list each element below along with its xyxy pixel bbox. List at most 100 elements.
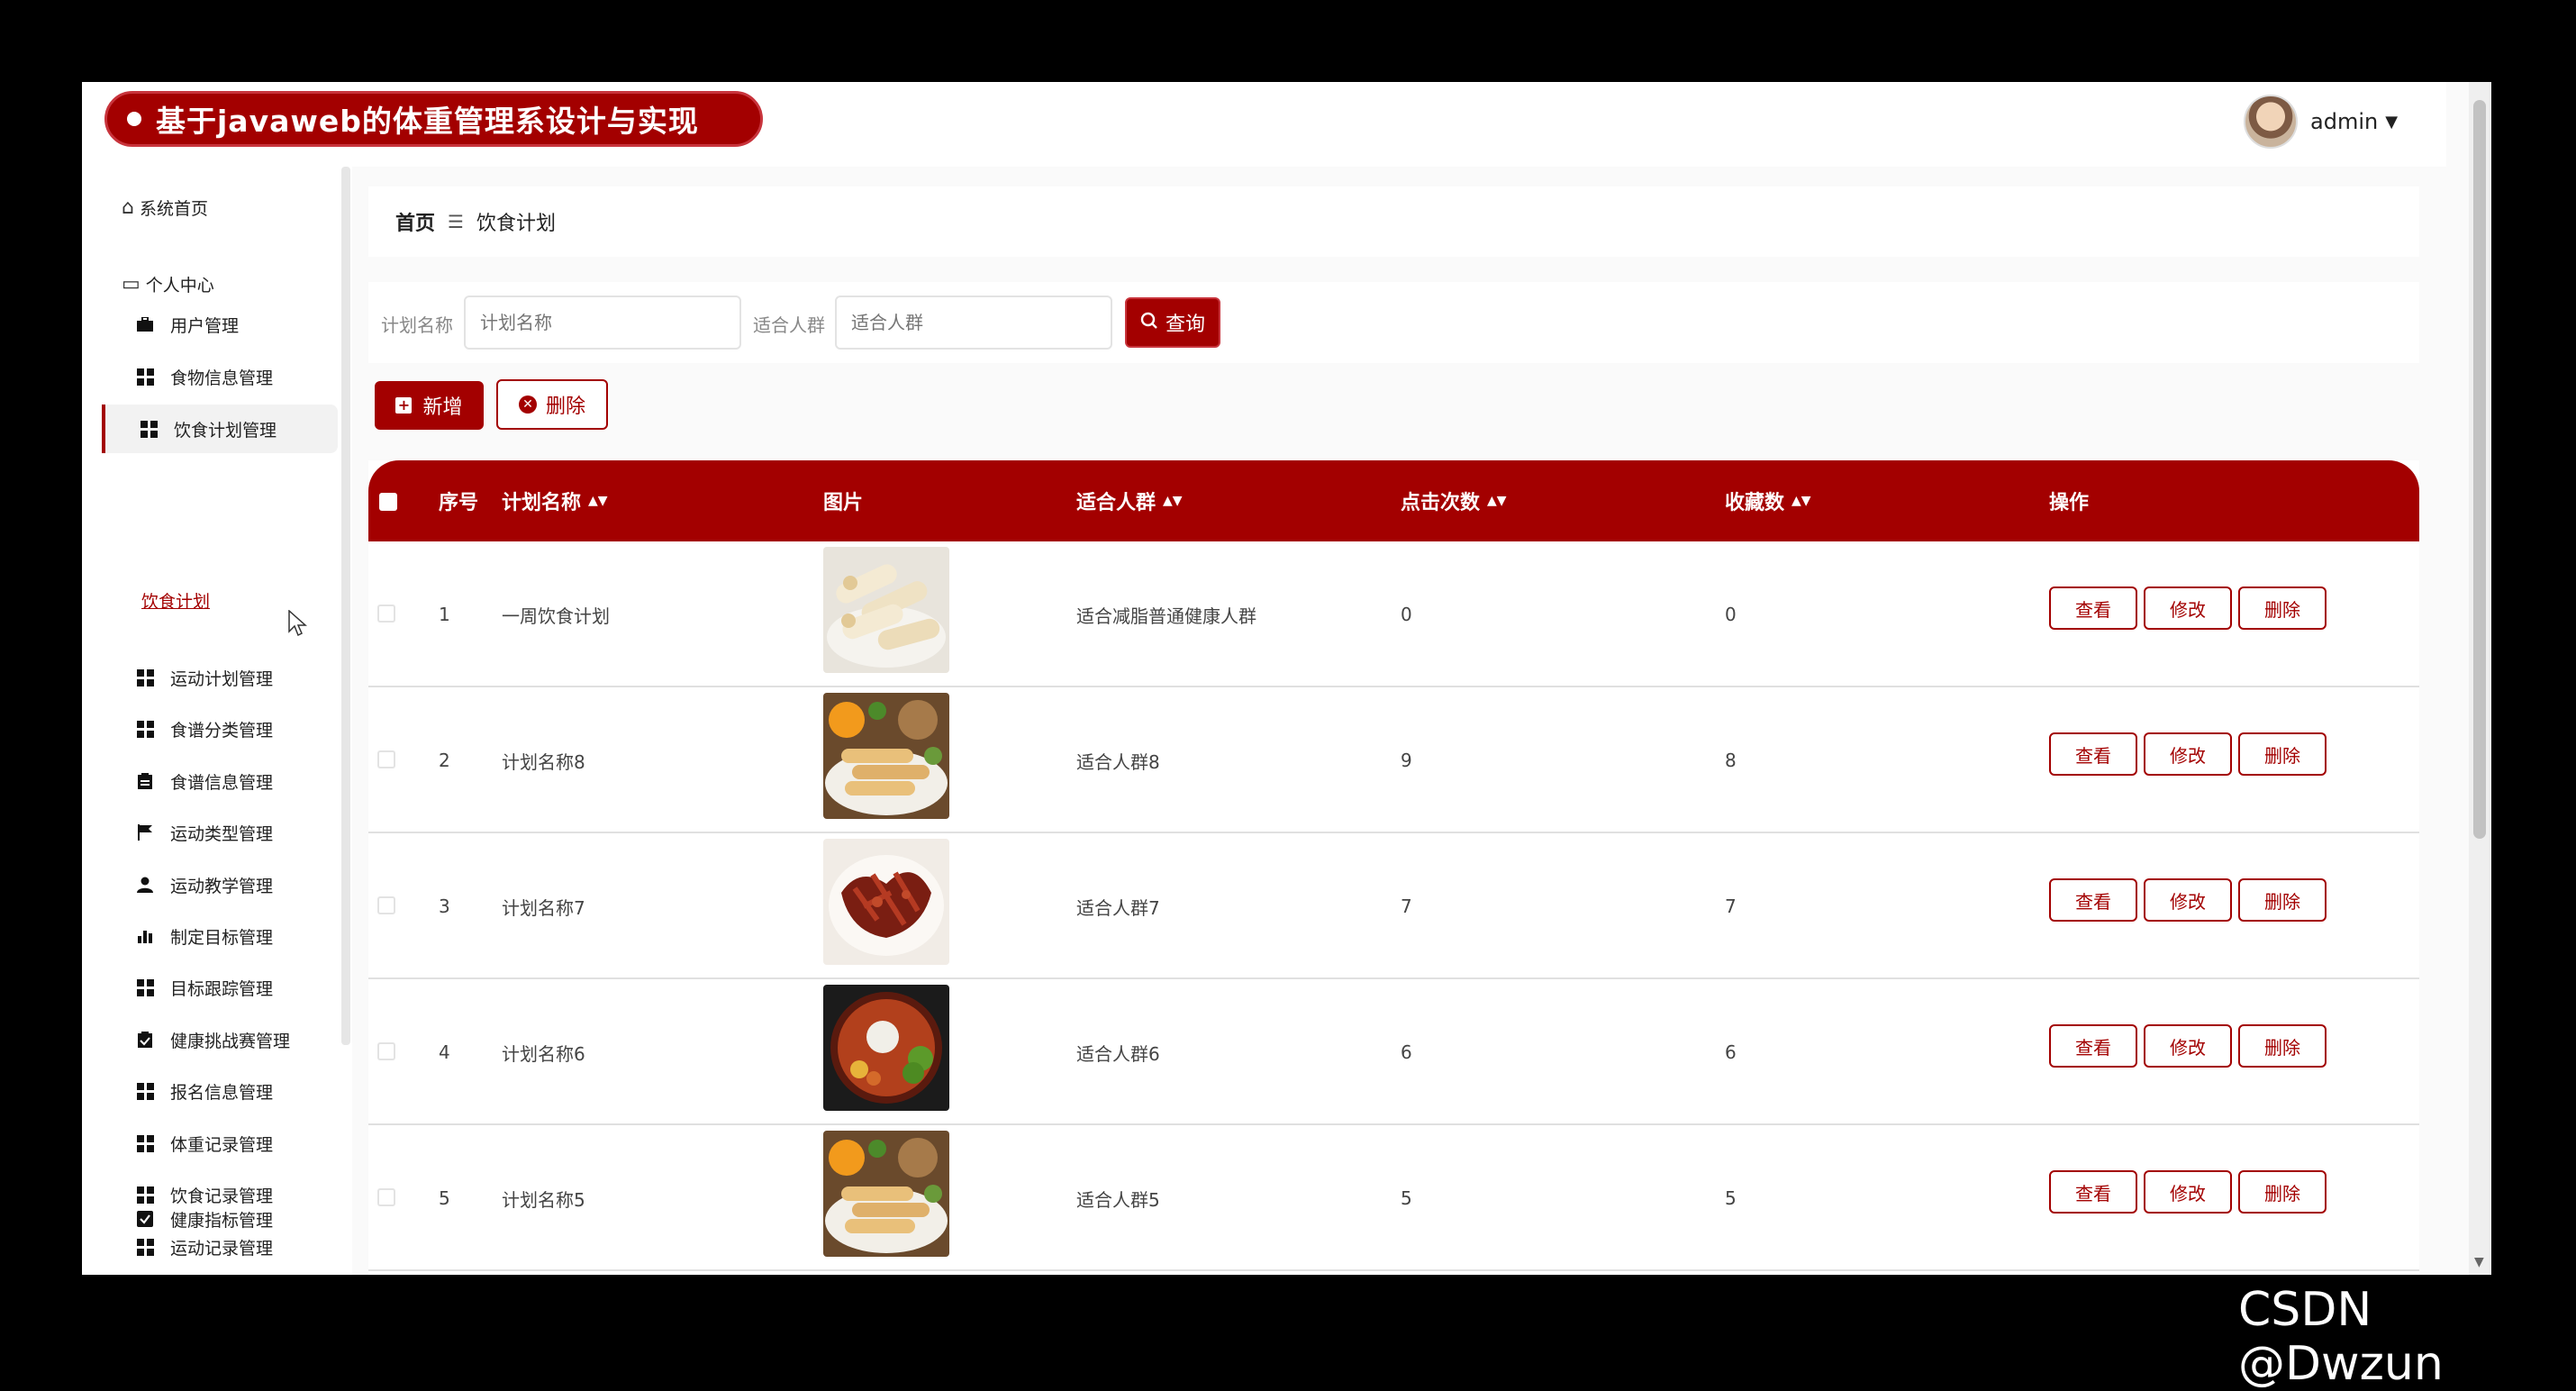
sidebar-item-personal-center[interactable]: ▭ 个人中心 — [122, 272, 214, 296]
person-icon — [136, 876, 154, 894]
watermark-text: CSDN @Dwzun — [2238, 1283, 2444, 1391]
view-button[interactable]: 查看 — [2049, 732, 2137, 776]
delete-button[interactable]: ✕ 删除 — [496, 379, 608, 430]
row-crowd: 适合人群6 — [1076, 1042, 1160, 1065]
add-button[interactable]: + 新增 — [375, 381, 484, 430]
sidebar-item-label: 目标跟踪管理 — [170, 978, 274, 999]
row-favorites: 5 — [1725, 1187, 1737, 1209]
crowd-label: 适合人群 — [753, 314, 825, 336]
scrollbar-thumb[interactable] — [2473, 100, 2486, 839]
sidebar-item-exercise-plan[interactable]: 运动计划管理 — [102, 653, 338, 702]
screen: 基于javaweb的体重管理系设计与实现 admin ▼ ⌂ 系统首页 ▭ 个人… — [0, 0, 2576, 1391]
row-checkbox[interactable] — [377, 750, 395, 768]
column-favorites-label: 收藏数 — [1725, 492, 1785, 514]
sidebar-item-label: 个人中心 — [145, 276, 214, 295]
plus-square-icon: + — [395, 397, 413, 414]
table-row: 3 计划名称7 适合人群7 7 7 查看 修改 删除 — [368, 833, 2419, 979]
bar-chart-icon — [136, 927, 154, 945]
sidebar-item-home[interactable]: ⌂ 系统首页 — [122, 195, 208, 220]
avatar[interactable] — [2244, 95, 2298, 149]
username[interactable]: admin — [2310, 109, 2378, 134]
data-table: 序号 计划名称 ▲▼ 图片 适合人群 ▲▼ 点击次数 ▲▼ 收藏数 ▲▼ 操作 1 一周… — [368, 460, 2419, 1275]
view-button[interactable]: 查看 — [2049, 1170, 2137, 1214]
sidebar-item-goal-tracking[interactable]: 目标跟踪管理 — [102, 963, 338, 1012]
table-row: 2 计划名称8 适合人群8 9 8 查看 修改 删除 — [368, 687, 2419, 833]
sidebar-item-health-indicator[interactable]: 健康指标管理 — [102, 1195, 338, 1243]
column-name[interactable]: 计划名称 ▲▼ — [502, 460, 608, 541]
column-image: 图片 — [823, 492, 864, 514]
add-button-label: 新增 — [422, 396, 463, 419]
table-row: 4 计划名称6 适合人群6 6 6 查看 修改 删除 — [368, 979, 2419, 1125]
row-crowd: 适合人群5 — [1076, 1188, 1160, 1211]
crowd-input[interactable] — [835, 295, 1112, 350]
sort-icon[interactable]: ▲▼ — [1487, 494, 1507, 508]
row-delete-button[interactable]: 删除 — [2238, 1170, 2327, 1214]
edit-button[interactable]: 修改 — [2144, 586, 2232, 630]
sidebar: ⌂ 系统首页 ▭ 个人中心 用户管理 食物信息管理 饮食计划管理 饮食计划 运动… — [82, 167, 352, 1275]
sidebar-item-label: 用户管理 — [170, 315, 240, 336]
food-image — [823, 985, 949, 1111]
edit-button[interactable]: 修改 — [2144, 732, 2232, 776]
sidebar-item-exercise-type[interactable]: 运动类型管理 — [102, 808, 338, 857]
row-checkbox[interactable] — [377, 1042, 395, 1060]
query-button[interactable]: 查询 — [1125, 297, 1220, 348]
view-button[interactable]: 查看 — [2049, 586, 2137, 630]
sidebar-subitem-diet-plan[interactable]: 饮食计划 — [141, 588, 210, 613]
column-favorites[interactable]: 收藏数 ▲▼ — [1725, 460, 1811, 541]
column-clicks[interactable]: 点击次数 ▲▼ — [1401, 460, 1507, 541]
breadcrumb: 首页 ☰ 饮食计划 — [368, 186, 2419, 257]
user-menu[interactable]: admin ▼ — [2244, 95, 2398, 149]
sidebar-item-label: 系统首页 — [139, 199, 208, 219]
row-index: 5 — [439, 1187, 450, 1209]
view-button[interactable]: 查看 — [2049, 878, 2137, 922]
row-delete-button[interactable]: 删除 — [2238, 878, 2327, 922]
close-circle-icon: ✕ — [518, 395, 537, 414]
row-delete-button[interactable]: 删除 — [2238, 1024, 2327, 1068]
page-scrollbar[interactable]: ▼ — [2469, 82, 2491, 1275]
sort-icon[interactable]: ▲▼ — [1791, 494, 1811, 508]
briefcase-icon — [136, 315, 154, 333]
sidebar-item-health-challenge[interactable]: 健康挑战赛管理 — [102, 1015, 338, 1064]
sidebar-item-weight-record[interactable]: 体重记录管理 — [102, 1119, 338, 1168]
plan-name-input[interactable] — [464, 295, 741, 350]
sidebar-item-recipe-info[interactable]: 食谱信息管理 — [102, 757, 338, 805]
edit-button[interactable]: 修改 — [2144, 878, 2232, 922]
sidebar-item-registration-info[interactable]: 报名信息管理 — [102, 1067, 338, 1115]
column-crowd-label: 适合人群 — [1076, 492, 1156, 514]
view-button[interactable]: 查看 — [2049, 1024, 2137, 1068]
sidebar-item-label: 运动教学管理 — [170, 876, 274, 896]
row-checkbox[interactable] — [377, 896, 395, 914]
sidebar-item-label: 健康挑战赛管理 — [170, 1031, 291, 1051]
search-panel: 计划名称 适合人群 查询 — [368, 282, 2419, 363]
table-row: 1 一周饮食计划 适合减脂普通健康人群 0 0 查看 修改 删除 — [368, 541, 2419, 687]
sidebar-item-recipe-category[interactable]: 食谱分类管理 — [102, 705, 338, 753]
row-checkbox[interactable] — [377, 605, 395, 623]
sidebar-item-exercise-teaching[interactable]: 运动教学管理 — [102, 860, 338, 909]
row-crowd: 适合人群8 — [1076, 750, 1160, 773]
app-title: 基于javaweb的体重管理系设计与实现 — [156, 104, 699, 139]
sort-icon[interactable]: ▲▼ — [1163, 494, 1183, 508]
select-all-checkbox[interactable] — [379, 493, 397, 511]
edit-button[interactable]: 修改 — [2144, 1170, 2232, 1214]
sort-icon[interactable]: ▲▼ — [588, 494, 608, 508]
breadcrumb-home[interactable]: 首页 — [395, 207, 435, 236]
sidebar-item-food-info[interactable]: 食物信息管理 — [102, 352, 338, 401]
sidebar-item-diet-plan[interactable]: 饮食计划管理 — [102, 405, 338, 453]
row-plan-name: 计划名称7 — [502, 896, 585, 919]
menu-separator-icon: ☰ — [448, 211, 464, 232]
column-crowd[interactable]: 适合人群 ▲▼ — [1076, 460, 1183, 541]
food-image — [823, 839, 949, 965]
row-delete-button[interactable]: 删除 — [2238, 732, 2327, 776]
sidebar-item-goal-setting[interactable]: 制定目标管理 — [102, 912, 338, 960]
row-delete-button[interactable]: 删除 — [2238, 586, 2327, 630]
delete-button-label: 删除 — [545, 395, 585, 418]
row-crowd: 适合减脂普通健康人群 — [1076, 605, 1256, 627]
edit-button[interactable]: 修改 — [2144, 1024, 2232, 1068]
row-plan-name: 计划名称8 — [502, 750, 585, 773]
scroll-down-icon[interactable]: ▼ — [2474, 1255, 2484, 1269]
sidebar-scrollbar[interactable] — [341, 167, 350, 1045]
sidebar-item-label: 食谱分类管理 — [170, 720, 274, 741]
sidebar-item-user-management[interactable]: 用户管理 — [102, 300, 338, 349]
caret-down-icon[interactable]: ▼ — [2385, 113, 2398, 132]
row-checkbox[interactable] — [377, 1188, 395, 1206]
